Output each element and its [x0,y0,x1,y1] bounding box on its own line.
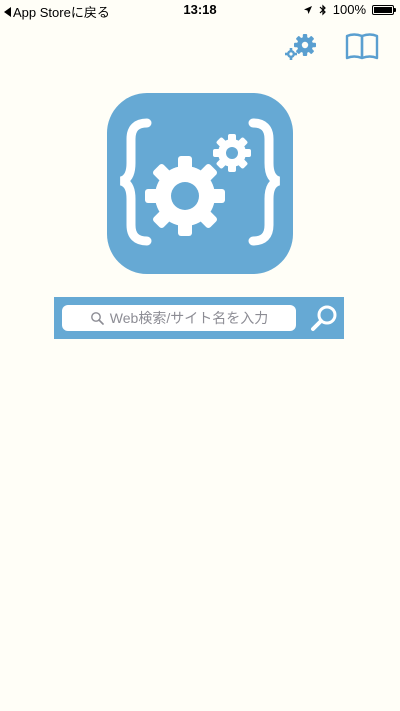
battery-percent: 100% [332,2,366,17]
magnifier-icon [311,305,337,331]
search-button[interactable] [308,302,340,334]
code-gears-logo-icon [119,118,281,246]
bluetooth-icon [319,4,326,15]
app-logo [107,93,293,274]
search-placeholder: Web検索/サイト名を入力 [109,310,269,326]
book-icon [345,33,379,60]
status-bar: App Storeに戻る 13:18 100% [0,0,400,20]
location-arrow-icon [303,5,312,14]
settings-button[interactable] [283,30,323,64]
bookmarks-button[interactable] [345,32,379,60]
search-icon [90,312,104,325]
status-right: 100% [303,2,396,17]
search-bar: Web検索/サイト名を入力 [54,297,344,339]
search-input[interactable]: Web検索/サイト名を入力 [62,305,296,331]
gears-icon [285,34,316,60]
battery-icon [372,4,396,15]
